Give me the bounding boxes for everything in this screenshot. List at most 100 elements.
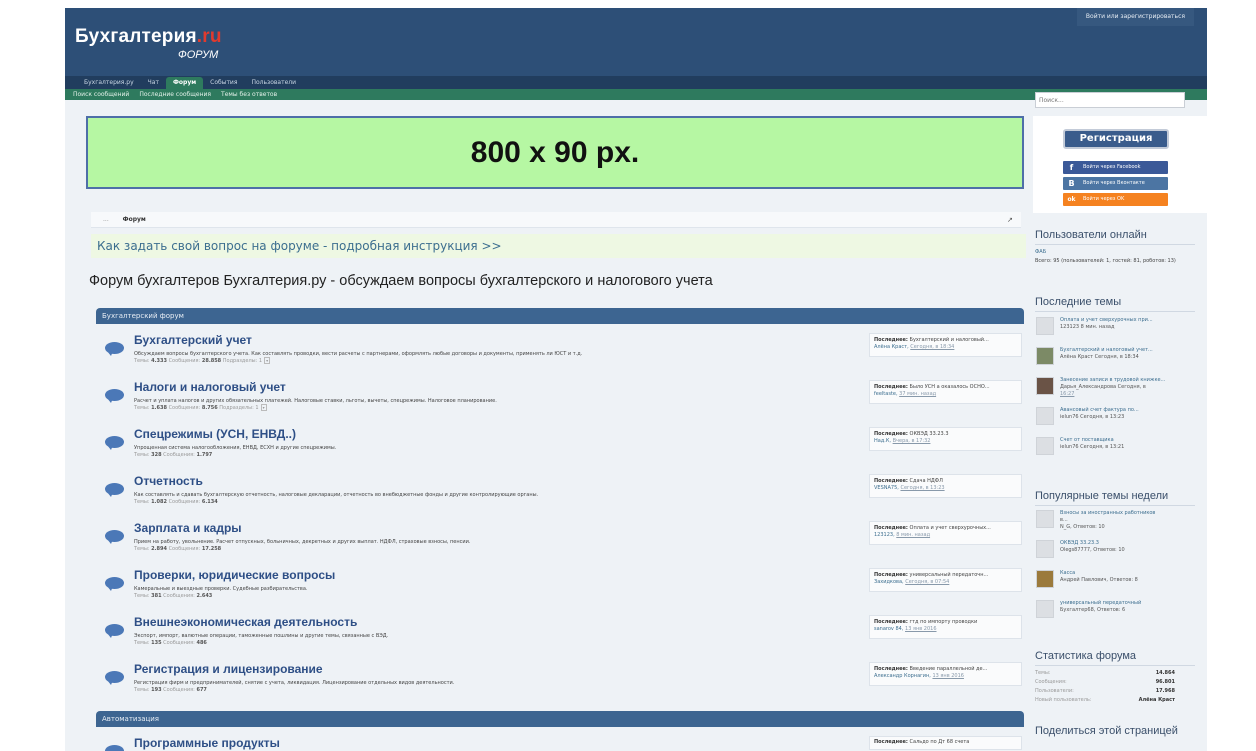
subnav-search-messages[interactable]: Поиск сообщений — [73, 89, 129, 100]
last-post-time[interactable]: 37 мин. назад — [899, 391, 936, 397]
breadcrumb-current[interactable]: Форум — [123, 216, 146, 223]
forum-page: Бухгалтерия.ru ФОРУМ Войти или зарегистр… — [65, 8, 1207, 751]
howto-notice-link[interactable]: Как задать свой вопрос на форуме - подро… — [91, 234, 1026, 258]
forum-node-stats: Темы: 1.638 Сообщения: 8.756 Подразделы:… — [134, 404, 267, 411]
recent-thread-item[interactable]: Авансовый счет фактура по... ielun76 Сего… — [1036, 407, 1206, 437]
thread-title[interactable]: Оплата и учет сверхурочных при... — [1060, 317, 1206, 323]
last-post-topic[interactable]: Оплата и учет сверхурочных... — [910, 525, 991, 531]
popular-thread-item[interactable]: ОКВЭД 33.23.3 Olegs87777, Ответов: 10 — [1036, 540, 1206, 570]
last-post-topic[interactable]: Сдача НДФЛ — [910, 478, 943, 484]
tab-buhgalteria[interactable]: Бухгалтерия.ру — [77, 77, 141, 89]
last-post-time[interactable]: 13 янв 2016 — [905, 626, 937, 632]
forum-node-title[interactable]: Налоги и налоговый учет — [134, 380, 286, 394]
last-post-topic[interactable]: Введение параллельной де... — [910, 666, 988, 672]
last-post-box: Последнее: Сальдо по Дт 68 счета — [869, 736, 1022, 750]
last-post-time[interactable]: 8 мин. назад — [896, 532, 930, 538]
forum-node-title[interactable]: Проверки, юридические вопросы — [134, 568, 335, 582]
last-post-box: Последнее: Сдача НДФЛ VESNA75, Сегодня, … — [869, 474, 1022, 498]
subforum-toggle-icon[interactable]: ▾ — [264, 357, 271, 364]
forum-node-title[interactable]: Программные продукты — [134, 736, 280, 750]
jump-arrow-icon[interactable]: ↗ — [1007, 216, 1015, 224]
recent-thread-item[interactable]: Оплата и учет сверхурочных при... 123123 … — [1036, 317, 1206, 347]
last-post-user[interactable]: Алёна Краст, — [874, 344, 909, 350]
last-post-user[interactable]: Над.К, — [874, 438, 891, 444]
last-post-user[interactable]: sanarov 84, — [874, 626, 903, 632]
forum-node-title[interactable]: Спецрежимы (УСН, ЕНВД..) — [134, 427, 296, 441]
subnav-recent-messages[interactable]: Последние сообщения — [139, 89, 211, 100]
stat-row: Темы: 14.864 — [1035, 670, 1175, 676]
last-post-box: Последнее: Бухгалтерский и налоговый... … — [869, 333, 1022, 357]
last-post-user[interactable]: feeltaste, — [874, 391, 898, 397]
tab-events[interactable]: События — [203, 77, 244, 89]
login-ok-button[interactable]: ok Войти через OK — [1063, 193, 1168, 206]
thread-title[interactable]: универсальный передаточный — [1060, 600, 1206, 606]
last-post-user[interactable]: Александр Корнагин, — [874, 673, 931, 679]
forum-node-stats: Темы: 2.894 Сообщения: 17.258 — [134, 546, 221, 552]
popular-thread-item[interactable]: Касса Андрей Павлович, Ответов: 8 — [1036, 570, 1206, 600]
site-logo[interactable]: Бухгалтерия.ru — [75, 26, 222, 48]
forum-node-stats: Темы: 381 Сообщения: 2.643 — [134, 593, 212, 599]
login-facebook-button[interactable]: f Войти через Facebook — [1063, 161, 1168, 174]
last-post-topic[interactable]: Бухгалтерский и налоговый... — [910, 337, 989, 343]
forum-bubble-icon — [105, 436, 124, 450]
forum-node-title[interactable]: Зарплата и кадры — [134, 521, 242, 535]
forum-node: Спецрежимы (УСН, ЕНВД..) Упрощенная сист… — [96, 419, 1024, 466]
last-post-box: Последнее: Было УСН а оказалось ОСНО... … — [869, 380, 1022, 404]
last-post-time[interactable]: Вчера, в 17:32 — [893, 438, 931, 444]
login-vk-button[interactable]: B Войти через Вконтакте — [1063, 177, 1168, 190]
last-post-topic[interactable]: ОКВЭД 33.23.3 — [910, 431, 949, 437]
tab-chat[interactable]: Чат — [141, 77, 166, 89]
last-post-user[interactable]: VESNA75, — [874, 485, 899, 491]
last-post-topic[interactable]: универсальный передаточн... — [910, 572, 989, 578]
ad-banner-placeholder[interactable]: 800 x 90 px. — [86, 116, 1024, 189]
last-post-time[interactable]: 13 янв 2016 — [932, 673, 964, 679]
share-page-title: Поделиться этой страницей — [1035, 725, 1178, 737]
last-post-time[interactable]: Сегодня, в 07:54 — [905, 579, 949, 585]
tab-forum[interactable]: Форум — [165, 77, 204, 89]
breadcrumb-home[interactable]: ... — [103, 216, 109, 223]
stat-label: Сообщения: — [163, 687, 195, 693]
thread-title[interactable]: Авансовый счет фактура по... — [1060, 407, 1206, 413]
login-register-link[interactable]: Войти или зарегистрироваться — [1076, 8, 1194, 26]
recent-thread-item[interactable]: Бухгалтерский и налоговый учет... Алёна К… — [1036, 347, 1206, 377]
forum-node-title[interactable]: Бухгалтерский учет — [134, 333, 252, 347]
forum-node-title[interactable]: Внешнеэкономическая деятельность — [134, 615, 357, 629]
thread-title[interactable]: Счет от поставщика — [1060, 437, 1206, 443]
tab-users[interactable]: Пользователи — [244, 77, 303, 89]
category-header-automation[interactable]: Автоматизация — [96, 711, 1024, 727]
last-post-user[interactable]: 123123, — [874, 532, 895, 538]
search-input[interactable] — [1035, 92, 1185, 108]
thread-title[interactable]: Касса — [1060, 570, 1206, 576]
newest-user-link[interactable]: Алёна Краст — [1139, 697, 1175, 703]
recent-thread-item[interactable]: Занесение записи в трудовой книжке... Дар… — [1036, 377, 1206, 407]
thread-title[interactable]: Взносы за иностранных работников — [1060, 510, 1206, 516]
recent-thread-item[interactable]: Счет от поставщика ielun76 Сегодня, в 13:… — [1036, 437, 1206, 467]
divider — [1035, 665, 1195, 666]
stat-label: Сообщения: — [168, 358, 201, 364]
popular-thread-item[interactable]: Взносы за иностранных работников в... N_G,… — [1036, 510, 1206, 540]
last-post-user[interactable]: Захидкова, — [874, 579, 904, 585]
last-post-time[interactable]: Сегодня, в 18:34 — [910, 344, 954, 350]
last-post-topic[interactable]: Было УСН а оказалось ОСНО... — [910, 384, 990, 390]
forum-node-desc: Камеральные и выездные проверки. Судебны… — [134, 586, 308, 592]
online-user[interactable]: ФАБ — [1035, 249, 1046, 255]
register-button[interactable]: Регистрация — [1063, 129, 1169, 149]
thread-title[interactable]: Бухгалтерский и налоговый учет... — [1060, 347, 1206, 353]
popular-threads-title: Популярные темы недели — [1035, 490, 1169, 502]
subnav-unanswered[interactable]: Темы без ответов — [221, 89, 277, 100]
forum-bubble-icon — [105, 530, 124, 544]
category-header-accounting[interactable]: Бухгалтерский форум — [96, 308, 1024, 324]
forum-node-title[interactable]: Отчетность — [134, 474, 203, 488]
last-post-topic[interactable]: Сальдо по Дт 68 счета — [910, 739, 970, 745]
popular-thread-item[interactable]: универсальный передаточный Бухгалтер68, О… — [1036, 600, 1206, 630]
last-post-topic[interactable]: гтд по импорту проводки — [910, 619, 978, 625]
forum-node-desc: Прием на работу, увольнение. Расчет отпу… — [134, 539, 471, 545]
forum-node-title[interactable]: Регистрация и лицензирование — [134, 662, 323, 676]
thread-title[interactable]: Занесение записи в трудовой книжке... — [1060, 377, 1206, 383]
last-post-time[interactable]: Сегодня, в 13:23 — [900, 485, 944, 491]
subforum-toggle-icon[interactable]: ▾ — [260, 404, 267, 411]
stat-row: Новый пользователь: Алёна Краст — [1035, 697, 1175, 703]
stat-label: Сообщения: — [168, 546, 201, 552]
banner-text: 800 x 90 px. — [470, 135, 640, 169]
thread-title[interactable]: ОКВЭД 33.23.3 — [1060, 540, 1206, 546]
